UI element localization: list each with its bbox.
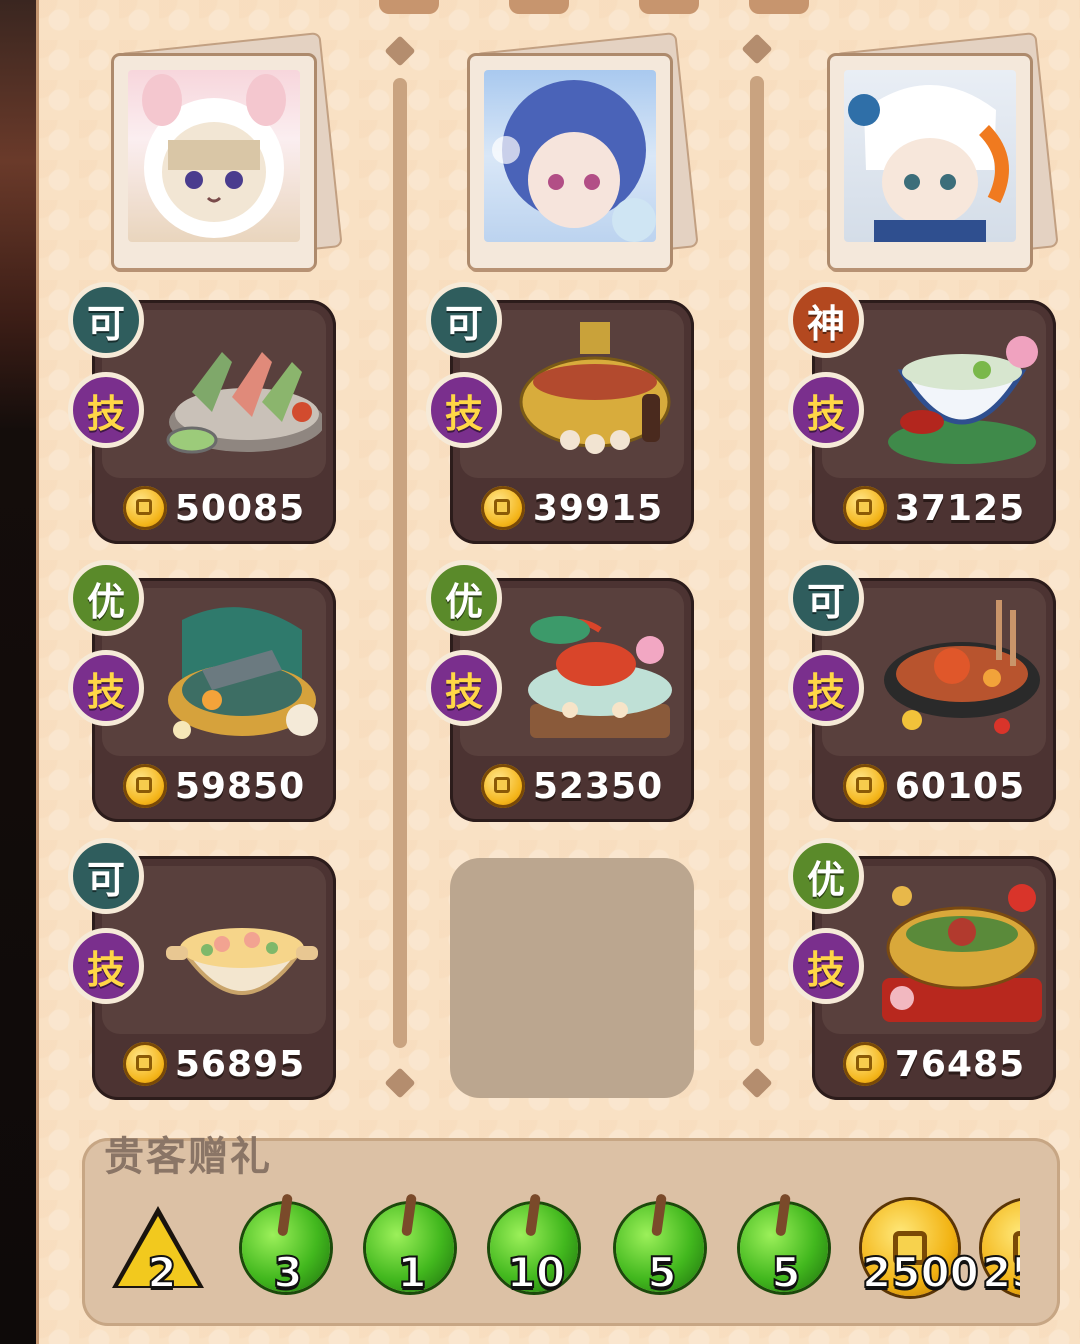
grade-badge: 优 bbox=[68, 560, 144, 636]
skill-badge: 技 bbox=[788, 928, 864, 1004]
price-row: 59850 bbox=[92, 760, 336, 812]
dish-card[interactable]: 可 技 60105 bbox=[788, 560, 1056, 822]
gift-count: 2 bbox=[146, 1247, 177, 1298]
dish-price: 76485 bbox=[894, 1043, 1026, 1085]
gift-count: 2500 bbox=[861, 1247, 980, 1298]
grade-badge: 优 bbox=[426, 560, 502, 636]
price-row: 56895 bbox=[92, 1038, 336, 1090]
chef-portrait-1[interactable] bbox=[114, 34, 341, 276]
dish-image bbox=[166, 928, 318, 995]
portrait-frame bbox=[470, 56, 670, 268]
gift-item[interactable]: 10 bbox=[486, 1196, 586, 1306]
coin-icon bbox=[842, 486, 887, 530]
gift-item[interactable]: 3 bbox=[238, 1196, 338, 1306]
grade-badge: 可 bbox=[426, 282, 502, 358]
dish-price: 52350 bbox=[532, 765, 664, 807]
portrait-frame bbox=[114, 56, 314, 268]
dish-card[interactable]: 可 技 39915 bbox=[426, 282, 694, 544]
price-row: 50085 bbox=[92, 482, 336, 534]
coin-icon bbox=[122, 486, 167, 530]
price-row: 76485 bbox=[812, 1038, 1056, 1090]
gift-item[interactable]: 2 bbox=[112, 1196, 212, 1306]
skill-badge: 技 bbox=[68, 928, 144, 1004]
grade-badge: 可 bbox=[68, 838, 144, 914]
top-ornament bbox=[509, 0, 569, 14]
dish-card[interactable]: 优 技 76485 bbox=[788, 838, 1056, 1100]
chef-avatar-art bbox=[142, 74, 286, 238]
dish-card[interactable]: 可 技 50085 bbox=[68, 282, 336, 544]
gift-count: 5 bbox=[770, 1247, 801, 1298]
chef-avatar bbox=[844, 70, 1016, 242]
coin-icon bbox=[842, 764, 887, 808]
price-row: 37125 bbox=[812, 482, 1056, 534]
grade-badge: 神 bbox=[788, 282, 864, 358]
gift-count: 5 bbox=[646, 1247, 677, 1298]
skill-badge: 技 bbox=[68, 372, 144, 448]
background-scene bbox=[0, 0, 40, 1344]
chef-avatar bbox=[484, 70, 656, 242]
dish-image bbox=[884, 600, 1040, 734]
top-ornament bbox=[379, 0, 439, 14]
coin-icon bbox=[480, 486, 525, 530]
chef-avatar-art bbox=[848, 85, 1009, 242]
skill-badge: 技 bbox=[426, 650, 502, 726]
empty-dish-slot[interactable] bbox=[450, 858, 694, 1098]
skill-badge: 技 bbox=[788, 650, 864, 726]
top-ornament bbox=[639, 0, 699, 14]
price-row: 52350 bbox=[450, 760, 694, 812]
portrait-frame bbox=[830, 56, 1030, 268]
skill-badge: 技 bbox=[426, 372, 502, 448]
dish-image bbox=[168, 607, 318, 739]
gift-count: 10 bbox=[506, 1247, 566, 1298]
gift-item[interactable]: 5 bbox=[612, 1196, 712, 1306]
dish-card[interactable]: 优 技 52350 bbox=[426, 560, 694, 822]
gift-count: 1 bbox=[396, 1247, 427, 1298]
skill-badge: 技 bbox=[68, 650, 144, 726]
chef-portrait-2[interactable] bbox=[470, 34, 697, 276]
gift-count: 3 bbox=[272, 1247, 303, 1298]
gift-count: 25 bbox=[981, 1247, 1020, 1298]
price-row: 39915 bbox=[450, 482, 694, 534]
gift-item[interactable]: 2500 bbox=[861, 1196, 980, 1306]
gift-items: 2 3 1 10 5 5 2500 25 bbox=[82, 1138, 1020, 1326]
dish-price: 39915 bbox=[532, 487, 664, 529]
gift-item[interactable]: 5 bbox=[736, 1196, 836, 1306]
grade-badge: 优 bbox=[788, 838, 864, 914]
price-row: 60105 bbox=[812, 760, 1056, 812]
column-divider bbox=[750, 76, 764, 1046]
gift-item[interactable]: 25 bbox=[981, 1196, 1020, 1306]
chef-portrait-3[interactable] bbox=[830, 34, 1057, 276]
coin-icon bbox=[480, 764, 525, 808]
chef-avatar-art bbox=[492, 80, 656, 242]
top-ornament bbox=[749, 0, 809, 14]
skill-badge: 技 bbox=[788, 372, 864, 448]
coin-icon bbox=[842, 1042, 887, 1086]
dish-price: 37125 bbox=[894, 487, 1026, 529]
dish-price: 50085 bbox=[174, 487, 306, 529]
grade-badge: 可 bbox=[788, 560, 864, 636]
chef-avatar bbox=[128, 70, 300, 242]
coin-icon bbox=[122, 764, 167, 808]
coin-icon bbox=[122, 1042, 167, 1086]
dish-card[interactable]: 优 技 59850 bbox=[68, 560, 336, 822]
dish-image bbox=[528, 616, 672, 738]
dish-price: 59850 bbox=[174, 765, 306, 807]
dish-price: 60105 bbox=[894, 765, 1026, 807]
dish-image bbox=[519, 322, 671, 454]
dish-image bbox=[882, 884, 1042, 1022]
gift-item[interactable]: 1 bbox=[362, 1196, 462, 1306]
column-divider bbox=[393, 78, 407, 1048]
dish-image bbox=[888, 336, 1038, 464]
dish-image bbox=[166, 352, 322, 454]
grade-badge: 可 bbox=[68, 282, 144, 358]
dish-price: 56895 bbox=[174, 1043, 306, 1085]
dish-card[interactable]: 可 技 56895 bbox=[68, 838, 336, 1100]
dish-card[interactable]: 神 技 37125 bbox=[788, 282, 1056, 544]
